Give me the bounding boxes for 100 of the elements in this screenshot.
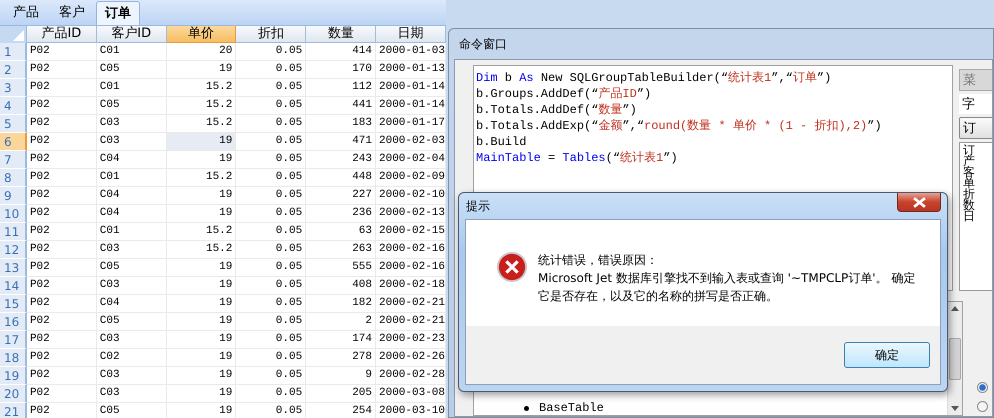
row-number[interactable]: 15 [0,295,27,313]
table-cell: 19 [166,313,236,331]
table-cell: 2000-01-14 [376,79,446,97]
list-item[interactable]: 单 [963,178,992,189]
table-tab[interactable]: 客户 [50,0,94,25]
row-number[interactable]: 4 [0,97,27,115]
table-cell: 112 [306,79,376,97]
table-cell: P02 [26,61,97,79]
table-cell: 408 [306,277,376,295]
table-cell: 2000-01-17 [376,115,446,133]
table-cell: 19 [166,133,236,151]
row-number[interactable]: 17 [0,331,27,349]
row-number[interactable]: 11 [0,223,27,241]
radio-button[interactable] [977,401,988,412]
row-number[interactable]: 8 [0,169,27,187]
code-line: b.Totals.AddExp(“金额”,“round(数量 * 单价 * (1 - 折扣),2)”) [476,118,883,134]
table-cell: 471 [306,133,376,151]
table-cell: 15.2 [166,223,236,241]
scroll-thumb[interactable] [949,338,961,380]
list-item[interactable]: 订 [963,145,992,156]
table-cell: P02 [26,79,97,97]
table-cell: 15.2 [166,241,236,259]
table-cell: C05 [96,259,167,277]
row-number[interactable]: 1 [0,43,27,61]
close-button[interactable] [897,193,941,212]
error-icon [496,251,528,283]
scroll-up-icon[interactable] [951,306,959,311]
row-number[interactable]: 12 [0,241,27,259]
row-number[interactable]: 19 [0,367,27,385]
column-header[interactable]: 产品ID [26,26,97,43]
error-message: 统计错误，错误原因： [538,252,659,269]
table-cell: 2000-02-23 [376,331,446,349]
list-item[interactable]: 折 [963,189,992,200]
table-cell: C05 [96,403,167,418]
column-header[interactable]: 单价 [166,26,236,43]
list-item[interactable]: 产 [963,156,992,167]
table-cell: C03 [96,331,167,349]
row-number[interactable]: 21 [0,403,27,418]
table-cell: 205 [306,385,376,403]
row-number[interactable]: 7 [0,151,27,169]
table-cell: 0.05 [236,313,306,331]
corner-cell[interactable] [0,26,27,43]
table-cell: P02 [26,205,97,223]
corner-triangle-icon [12,30,24,41]
row-number[interactable]: 3 [0,79,27,97]
table-cell: 19 [166,367,236,385]
table-cell: 0.05 [236,79,306,97]
table-cell: 0.05 [236,61,306,79]
field-list[interactable]: 订 产 客 单 折 数 日 [959,142,992,291]
list-item[interactable]: 客 [963,167,992,178]
table-cell: 2000-03-08 [376,385,446,403]
row-number[interactable]: 6 [0,133,27,151]
list-item[interactable]: 数 [963,200,992,211]
table-cell: 0.05 [236,349,306,367]
column-header[interactable]: 数量 [306,26,376,43]
row-number[interactable]: 20 [0,385,27,403]
table-tab[interactable]: 订单 [96,1,140,25]
column-header[interactable]: 日期 [376,26,446,43]
scroll-down-icon[interactable] [951,406,959,411]
table-cell: 2000-01-13 [376,61,446,79]
table-cell: 254 [306,403,376,418]
table-cell: 15.2 [166,79,236,97]
code-line: b.Build [476,134,528,150]
table-cell: 2000-02-16 [376,259,446,277]
table-cell: 19 [166,295,236,313]
table-cell: C05 [96,61,167,79]
row-number[interactable]: 16 [0,313,27,331]
ok-button[interactable]: 确定 [844,342,930,368]
table-cell: 19 [166,403,236,418]
table-cell: C03 [96,367,167,385]
table-cell: C03 [96,277,167,295]
scrollbar[interactable] [947,302,962,415]
column-header[interactable]: 折扣 [236,26,306,43]
table-cell: C04 [96,187,167,205]
row-number[interactable]: 9 [0,187,27,205]
table-cell: P02 [26,367,97,385]
row-number[interactable]: 5 [0,115,27,133]
table-cell: 2000-03-10 [376,403,446,418]
table-cell: P02 [26,133,97,151]
table-button[interactable]: 订 [959,117,992,139]
menu-tab[interactable]: 菜 [959,69,992,91]
table-cell: 555 [306,259,376,277]
column-header[interactable]: 客户ID [96,26,167,43]
row-number[interactable]: 10 [0,205,27,223]
row-number[interactable]: 2 [0,61,27,79]
table-cell: C02 [96,349,167,367]
table-cell: 19 [166,331,236,349]
row-number[interactable]: 18 [0,349,27,367]
table-cell: C03 [96,115,167,133]
table-cell: 0.05 [236,205,306,223]
table-cell: 0.05 [236,277,306,295]
list-item[interactable]: 日 [963,211,992,222]
row-number[interactable]: 14 [0,277,27,295]
radio-button[interactable] [977,382,988,393]
table-tab[interactable]: 产品 [4,0,48,25]
table-cell: 19 [166,187,236,205]
table-cell: 263 [306,241,376,259]
close-icon[interactable] [912,196,926,208]
row-number[interactable]: 13 [0,259,27,277]
help-item[interactable]: BaseTable [539,401,604,415]
